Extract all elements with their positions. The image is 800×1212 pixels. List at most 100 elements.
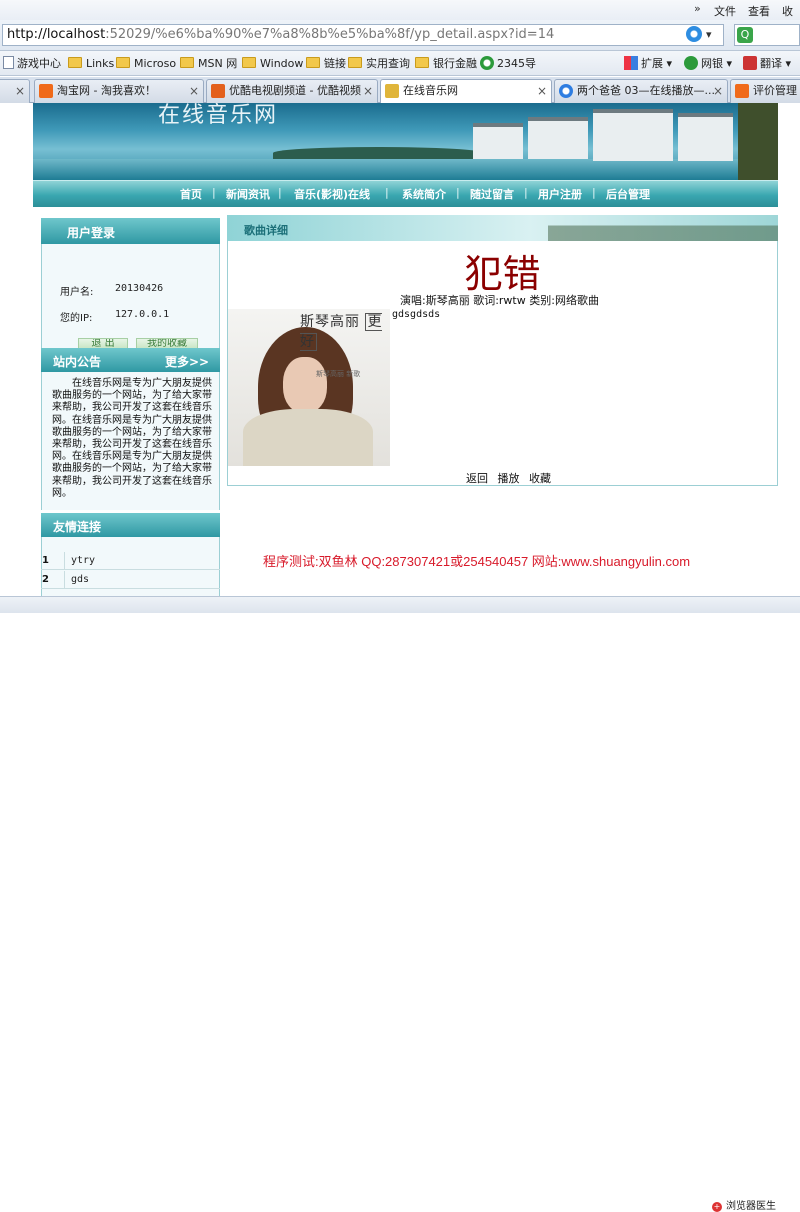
banner-tree	[738, 103, 778, 180]
nav-news[interactable]: 新闻资讯	[226, 186, 270, 202]
site-banner: 在线音乐网	[33, 103, 778, 180]
folder-icon	[180, 57, 194, 68]
link-divider	[64, 552, 65, 570]
nav-separator: |	[456, 186, 460, 199]
link-number: 1	[42, 555, 49, 566]
nav-admin[interactable]: 后台管理	[606, 186, 650, 202]
link-text[interactable]: ytry	[71, 552, 95, 570]
translate-icon	[743, 56, 757, 70]
close-icon[interactable]: ×	[537, 80, 547, 102]
fav-windows[interactable]: Window	[242, 55, 303, 73]
nav-register[interactable]: 用户注册	[538, 186, 582, 202]
logout-button[interactable]: 退 出	[78, 338, 128, 348]
fav-microsoft[interactable]: Microso	[116, 55, 176, 73]
notice-text: 在线音乐网是专为广大朋友提供歌曲服务的一个网站，为了给大家带来帮助，我公司开发了…	[52, 378, 212, 499]
folder-icon	[306, 57, 320, 68]
fav-msn[interactable]: MSN 网	[180, 55, 237, 73]
notice-more-link[interactable]: 更多>>	[165, 353, 209, 370]
nav-separator: |	[212, 186, 216, 199]
translate-button[interactable]: 翻译 ▾	[743, 55, 791, 73]
url-input[interactable]: http://localhost:52029/%e6%ba%90%e7%a8%8…	[2, 24, 724, 46]
link-number: 2	[42, 574, 49, 585]
tab-music-site[interactable]: 在线音乐网 ×	[380, 79, 552, 103]
tab-youku[interactable]: 优酷电视剧频道 - 优酷视频 ×	[206, 79, 378, 103]
nav-home[interactable]: 首页	[180, 186, 202, 202]
tab-overflow-left[interactable]: ×	[0, 79, 30, 103]
banner-island	[273, 147, 483, 159]
song-detail-title: 歌曲详细	[244, 224, 288, 237]
page-icon	[3, 56, 14, 69]
link-text[interactable]: gds	[71, 571, 89, 589]
fav-2345[interactable]: 2345导	[480, 55, 536, 73]
folder-icon	[116, 57, 130, 68]
song-lyric: gdsgdsds	[392, 309, 441, 320]
fav-game-center[interactable]: 游戏中心	[3, 55, 61, 73]
page-favicon	[385, 84, 399, 98]
taobao-favicon	[735, 84, 749, 98]
my-favorites-button[interactable]: 我的收藏	[136, 338, 198, 348]
link-row[interactable]: 1 ytry	[41, 552, 220, 570]
fav-tools[interactable]: 实用查询	[348, 55, 410, 73]
song-actions: 返回 播放 收藏	[466, 470, 557, 486]
extend-icon	[624, 56, 638, 70]
tab-two-dads[interactable]: 两个爸爸 03—在线播放—... ×	[554, 79, 728, 103]
nav-music-online[interactable]: 音乐(影视)在线	[294, 186, 370, 202]
netbank-button[interactable]: 网银 ▾	[684, 55, 732, 73]
fav-links[interactable]: Links	[68, 55, 114, 73]
notice-panel-title: 站内公告	[53, 355, 102, 369]
banner-building	[593, 109, 673, 161]
cover-face	[283, 357, 327, 413]
link-row[interactable]: 2 gds	[41, 571, 220, 589]
back-link[interactable]: 返回	[466, 472, 488, 485]
youku-favicon	[211, 84, 225, 98]
menu-file[interactable]: 文件	[714, 3, 736, 19]
footer-credit: 程序测试:双鱼林 QQ:287307421或254540457 网站:www.s…	[263, 554, 691, 569]
folder-icon	[415, 57, 429, 68]
fav-banking[interactable]: 银行金融	[415, 55, 477, 73]
album-cover-image: 斯琴高丽 更好 斯琴高丽 新歌	[228, 309, 390, 466]
status-bar: + 浏览器医生	[0, 596, 800, 1212]
login-panel-header: 用户登录	[41, 218, 220, 244]
nav-guestbook[interactable]: 随过留言	[470, 186, 514, 202]
tab-review[interactable]: 评价管理	[730, 79, 800, 103]
links-panel-title: 友情连接	[53, 520, 102, 534]
link-divider	[64, 571, 65, 589]
header-scenery	[548, 215, 778, 241]
ie-compat-icon[interactable]	[686, 26, 702, 42]
nav-separator: |	[524, 186, 528, 199]
browser-doctor-button[interactable]: + 浏览器医生	[712, 1197, 776, 1212]
shield-icon	[684, 56, 698, 70]
folder-icon	[242, 57, 256, 68]
banner-water	[33, 159, 778, 180]
song-title: 犯错	[464, 252, 541, 296]
nav-separator: |	[385, 186, 389, 199]
close-icon[interactable]: ×	[363, 80, 373, 102]
favorite-link[interactable]: 收藏	[529, 472, 551, 485]
close-icon[interactable]: ×	[713, 80, 723, 102]
cover-brand-text: 斯琴高丽 更好	[300, 313, 383, 351]
ip-label: 您的IP:	[60, 313, 93, 324]
close-icon[interactable]: ×	[15, 80, 25, 102]
menu-overflow-icon[interactable]: »	[694, 2, 701, 15]
extend-button[interactable]: 扩展 ▾	[624, 55, 672, 73]
search-input[interactable]: Q	[734, 24, 800, 46]
search-engine-icon[interactable]: Q	[737, 27, 753, 43]
url-dropdown-icon[interactable]: ▾	[706, 28, 712, 41]
folder-icon	[68, 57, 82, 68]
folder-icon	[348, 57, 362, 68]
song-meta: 演唱:斯琴高丽 歌词:rwtw 类别:网络歌曲	[400, 294, 599, 307]
play-link[interactable]: 播放	[498, 472, 520, 485]
taobao-favicon	[39, 84, 53, 98]
ip-value: 127.0.0.1	[115, 309, 170, 320]
notice-panel-header: 站内公告 更多>>	[41, 348, 220, 372]
url-host: http://localhost	[7, 27, 106, 42]
tab-taobao[interactable]: 淘宝网 - 淘我喜欢！ ×	[34, 79, 204, 103]
menu-view[interactable]: 查看	[748, 3, 770, 19]
cover-subtitle: 斯琴高丽 新歌	[316, 370, 361, 378]
fav-links-cn[interactable]: 链接	[306, 55, 346, 73]
banner-building	[528, 117, 588, 159]
close-icon[interactable]: ×	[189, 80, 199, 102]
nav-about[interactable]: 系统简介	[402, 186, 446, 202]
browser-menubar: » 文件 查看 收藏	[0, 0, 800, 34]
banner-building	[473, 123, 523, 159]
